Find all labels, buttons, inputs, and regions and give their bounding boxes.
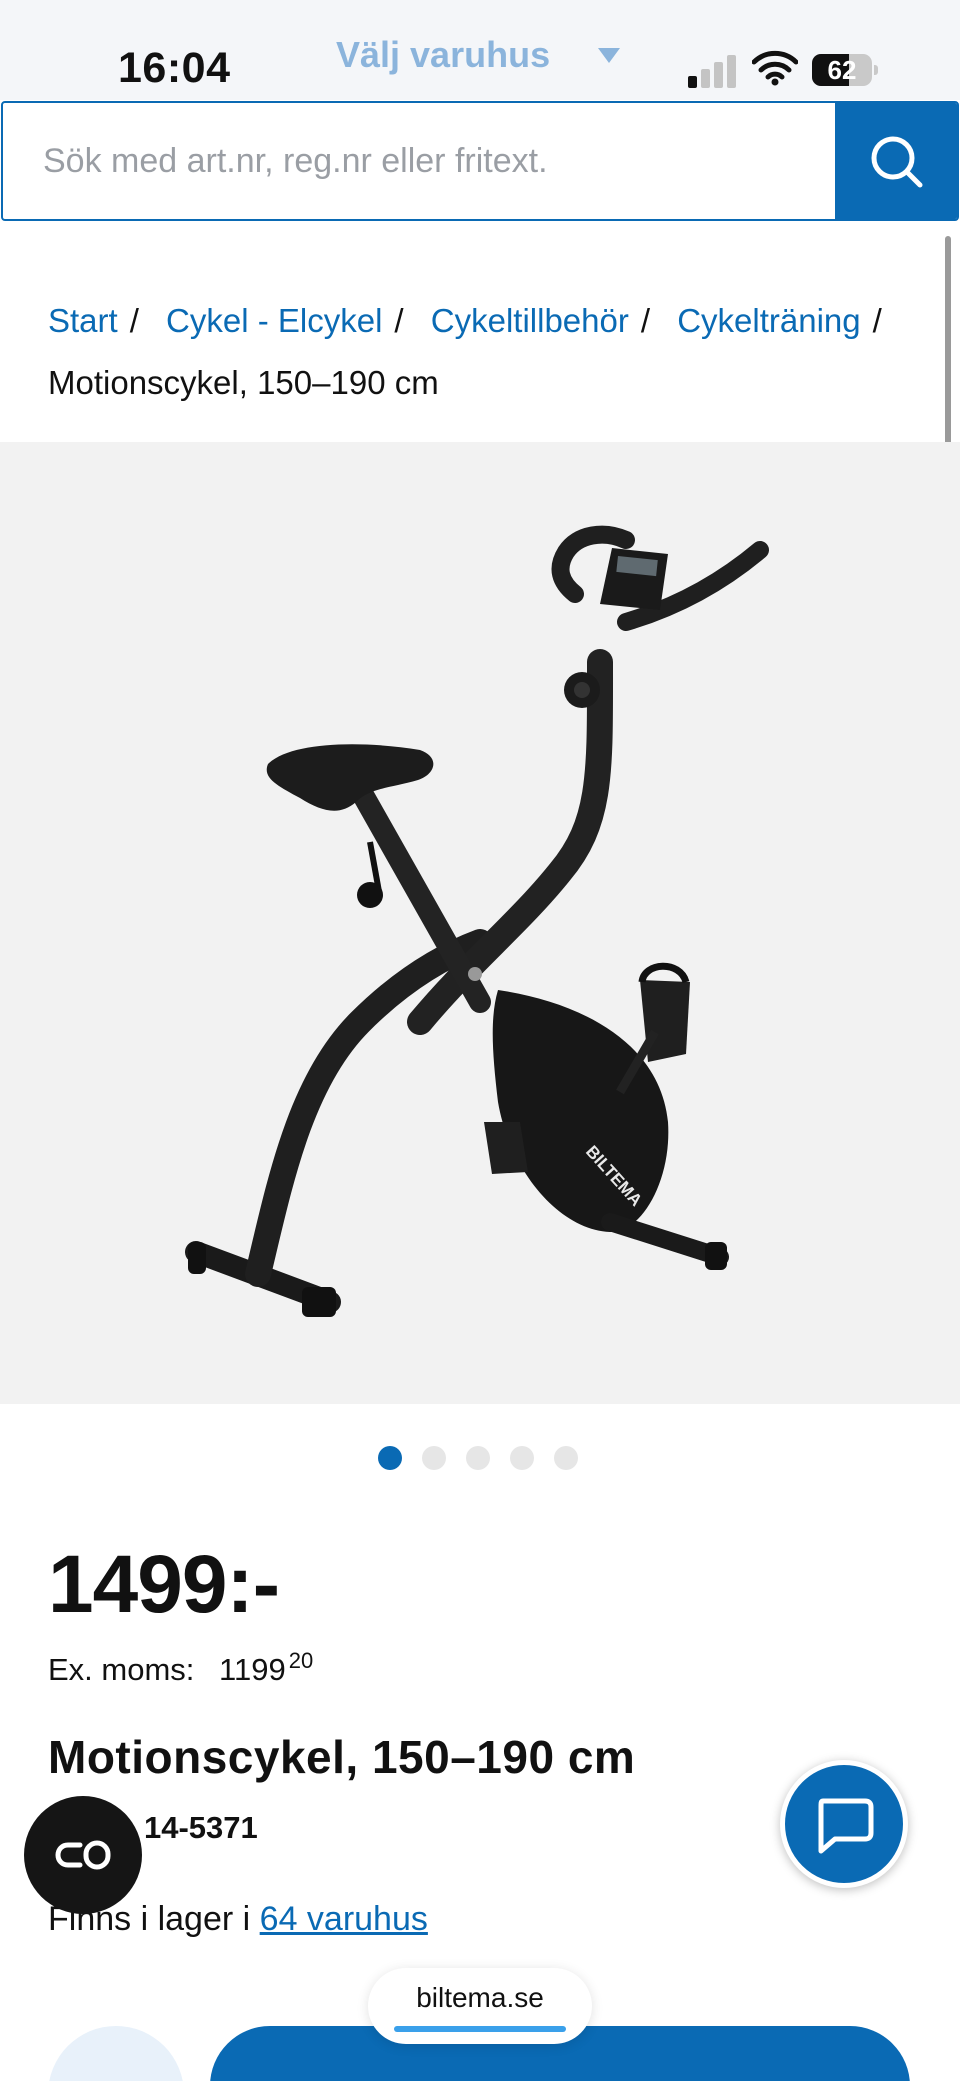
status-time: 16:04 xyxy=(118,44,231,92)
breadcrumb-cykel-elcykel[interactable]: Cykel - Elcykel xyxy=(166,302,382,339)
gallery-dot[interactable] xyxy=(554,1446,578,1470)
wifi-icon xyxy=(752,50,798,86)
cellular-signal-icon xyxy=(688,54,736,88)
chat-icon xyxy=(818,1798,874,1854)
breadcrumb-separator: / xyxy=(394,302,404,339)
breadcrumb-separator: / xyxy=(129,302,139,339)
breadcrumb-separator: / xyxy=(872,302,882,339)
gallery-dot[interactable] xyxy=(510,1446,534,1470)
ex-vat-amount: 1199 xyxy=(219,1652,286,1687)
breadcrumb-current: Motionscykel, 150–190 cm xyxy=(48,364,439,401)
product-image-gallery[interactable]: BILTEMA xyxy=(0,442,960,1404)
breadcrumb-separator: / xyxy=(640,302,651,339)
article-number-value: 14-5371 xyxy=(144,1810,258,1845)
search-input[interactable] xyxy=(3,103,835,219)
breadcrumb-cykeltraning[interactable]: Cykelträning xyxy=(677,302,860,339)
search-bar xyxy=(1,101,959,221)
status-bar: 16:04 Välj varuhus 62 xyxy=(0,0,960,100)
price-ex-vat: Ex. moms: 1199 20 xyxy=(48,1648,313,1688)
store-selector[interactable]: Välj varuhus xyxy=(336,30,621,80)
compare-button[interactable] xyxy=(24,1796,142,1914)
ex-vat-label: Ex. moms: xyxy=(48,1652,195,1687)
battery-icon: 62 xyxy=(812,54,878,86)
product-title: Motionscykel, 150–190 cm xyxy=(48,1731,636,1783)
battery-nub xyxy=(874,65,878,75)
gallery-dot[interactable] xyxy=(422,1446,446,1470)
gallery-dot[interactable] xyxy=(466,1446,490,1470)
search-icon xyxy=(871,136,923,188)
search-button[interactable] xyxy=(835,103,957,219)
page-load-progress xyxy=(394,2026,566,2032)
product-price: 1499:- xyxy=(48,1539,280,1630)
battery-body: 62 xyxy=(812,54,872,86)
breadcrumb: Start / Cykel - Elcykel / Cykeltillbehör / … xyxy=(48,290,928,414)
breadcrumb-cykeltillbehor[interactable]: Cykeltillbehör xyxy=(431,302,629,339)
stock-stores-link[interactable]: 64 varuhus xyxy=(260,1900,428,1938)
chat-button[interactable] xyxy=(780,1760,908,1888)
breadcrumb-start[interactable]: Start xyxy=(48,302,118,339)
gallery-pagination xyxy=(378,1446,578,1470)
gallery-dot[interactable] xyxy=(378,1446,402,1470)
ex-vat-cents: 20 xyxy=(288,1648,314,1673)
browser-url: biltema.se xyxy=(416,1982,544,2013)
compare-icon xyxy=(55,1840,111,1870)
browser-url-bar[interactable]: biltema.se xyxy=(368,1968,592,2044)
exercise-bike-image: BILTEMA xyxy=(185,525,769,1317)
battery-percent: 62 xyxy=(827,55,857,85)
store-stock-button[interactable] xyxy=(48,2026,184,2081)
store-selector-label: Välj varuhus xyxy=(336,34,551,75)
caret-down-icon xyxy=(598,47,621,63)
